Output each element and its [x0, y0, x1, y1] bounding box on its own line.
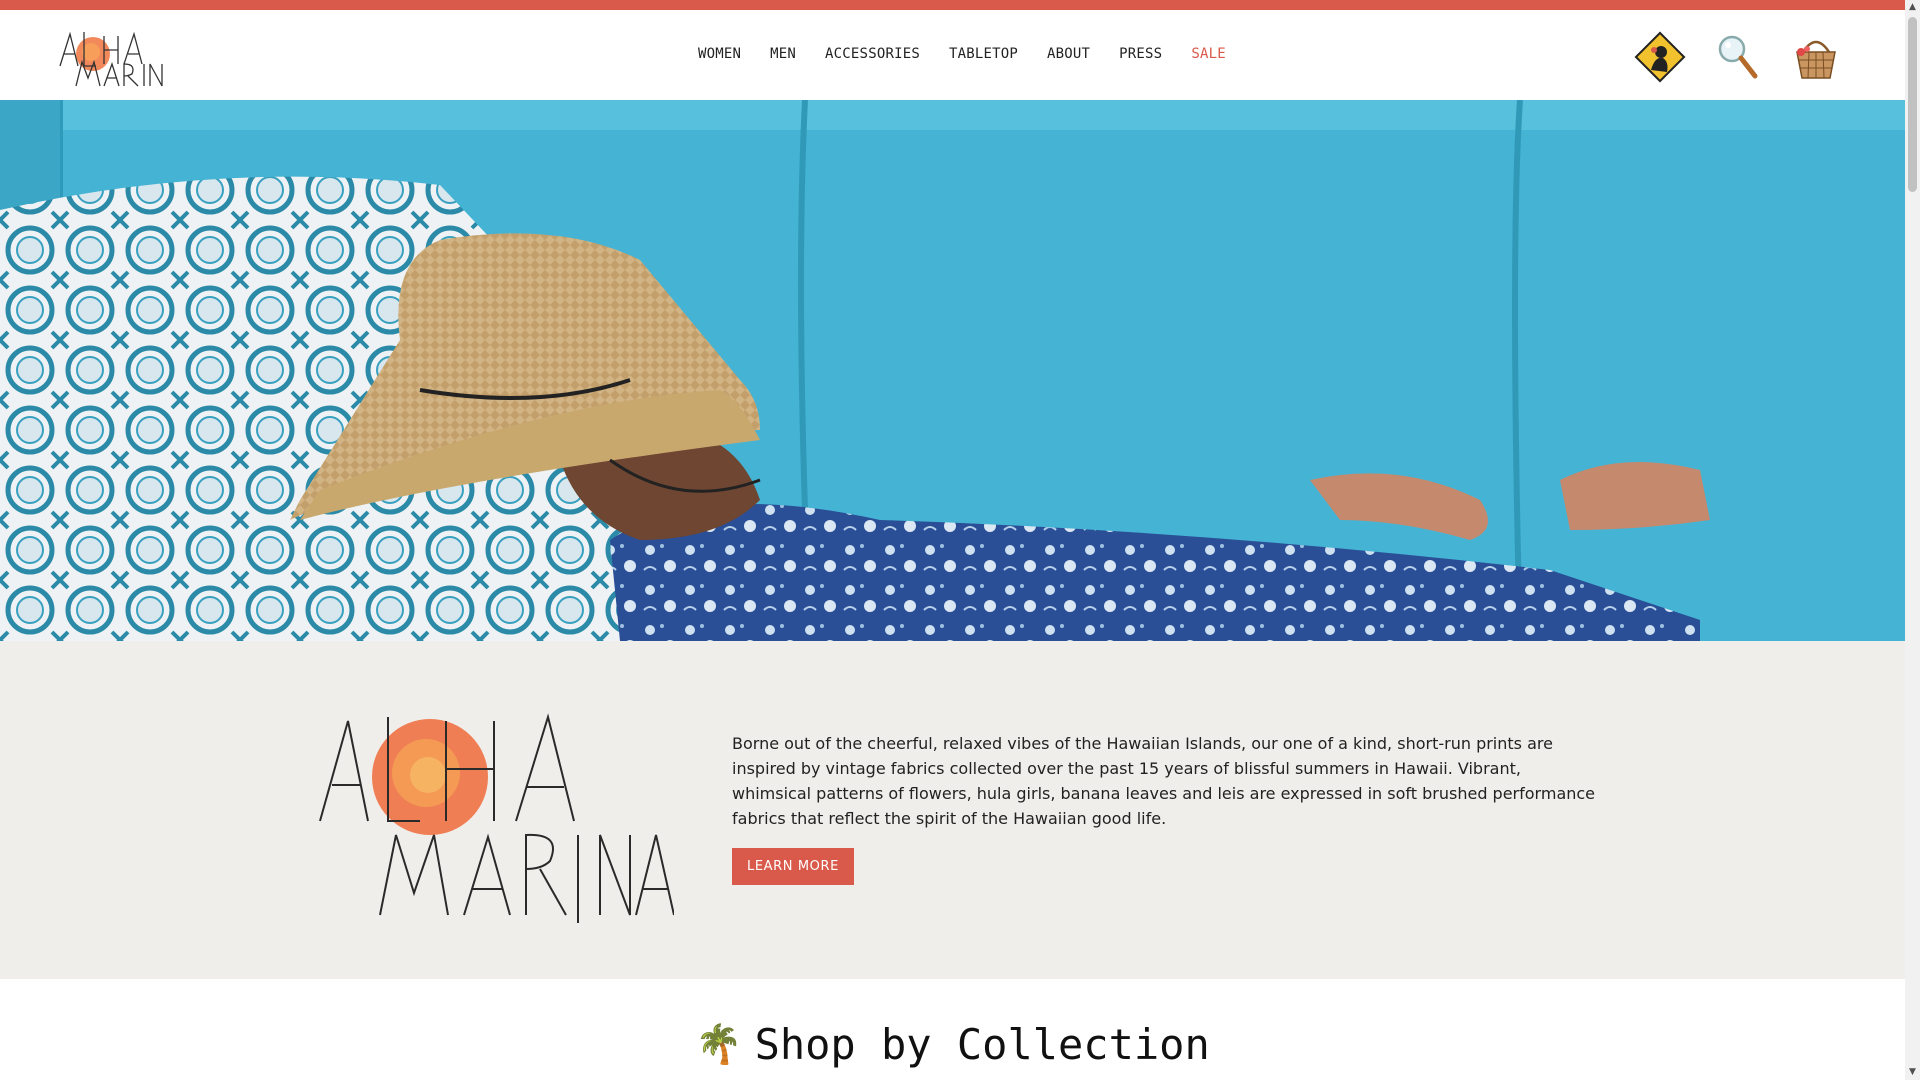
site-header: WOMEN MEN ACCESSORIES TABLETOP ABOUT PRE…: [0, 10, 1905, 100]
shop-by-collection-section: 🌴 Shop by Collection: [0, 1020, 1905, 1069]
brand-intro-section: Borne out of the cheerful, relaxed vibes…: [0, 641, 1905, 979]
brand-logo-large: [318, 703, 675, 925]
hero-image: [0, 100, 1905, 641]
brand-description: Borne out of the cheerful, relaxed vibes…: [732, 734, 1596, 828]
nav-sale[interactable]: SALE: [1191, 46, 1226, 62]
site-logo[interactable]: [56, 24, 166, 90]
cart-basket-icon[interactable]: [1789, 30, 1843, 84]
nav-women[interactable]: WOMEN: [698, 46, 741, 62]
scroll-down-arrow-icon[interactable]: ▼: [1905, 1065, 1920, 1080]
learn-more-button[interactable]: LEARN MORE: [732, 848, 854, 885]
brand-intro-copy: Borne out of the cheerful, relaxed vibes…: [732, 731, 1602, 885]
scroll-up-arrow-icon[interactable]: ▲: [1905, 0, 1920, 15]
search-icon[interactable]: [1711, 30, 1765, 84]
shop-heading-text: Shop by Collection: [754, 1020, 1210, 1069]
scroll-thumb[interactable]: [1908, 17, 1917, 192]
nav-men[interactable]: MEN: [770, 46, 796, 62]
main-navigation: WOMEN MEN ACCESSORIES TABLETOP ABOUT PRE…: [698, 46, 1226, 62]
palm-tree-icon: 🌴: [695, 1022, 743, 1066]
nav-press[interactable]: PRESS: [1119, 46, 1162, 62]
hero-banner: [0, 100, 1905, 641]
nav-accessories[interactable]: ACCESSORIES: [825, 46, 920, 62]
nav-tabletop[interactable]: TABLETOP: [949, 46, 1018, 62]
nav-about[interactable]: ABOUT: [1047, 46, 1090, 62]
top-accent-bar: [0, 0, 1905, 10]
vertical-scrollbar[interactable]: ▲ ▼: [1905, 0, 1920, 1080]
header-icons: [1633, 30, 1843, 84]
account-icon[interactable]: [1633, 30, 1687, 84]
shop-heading: 🌴 Shop by Collection: [695, 1020, 1209, 1069]
